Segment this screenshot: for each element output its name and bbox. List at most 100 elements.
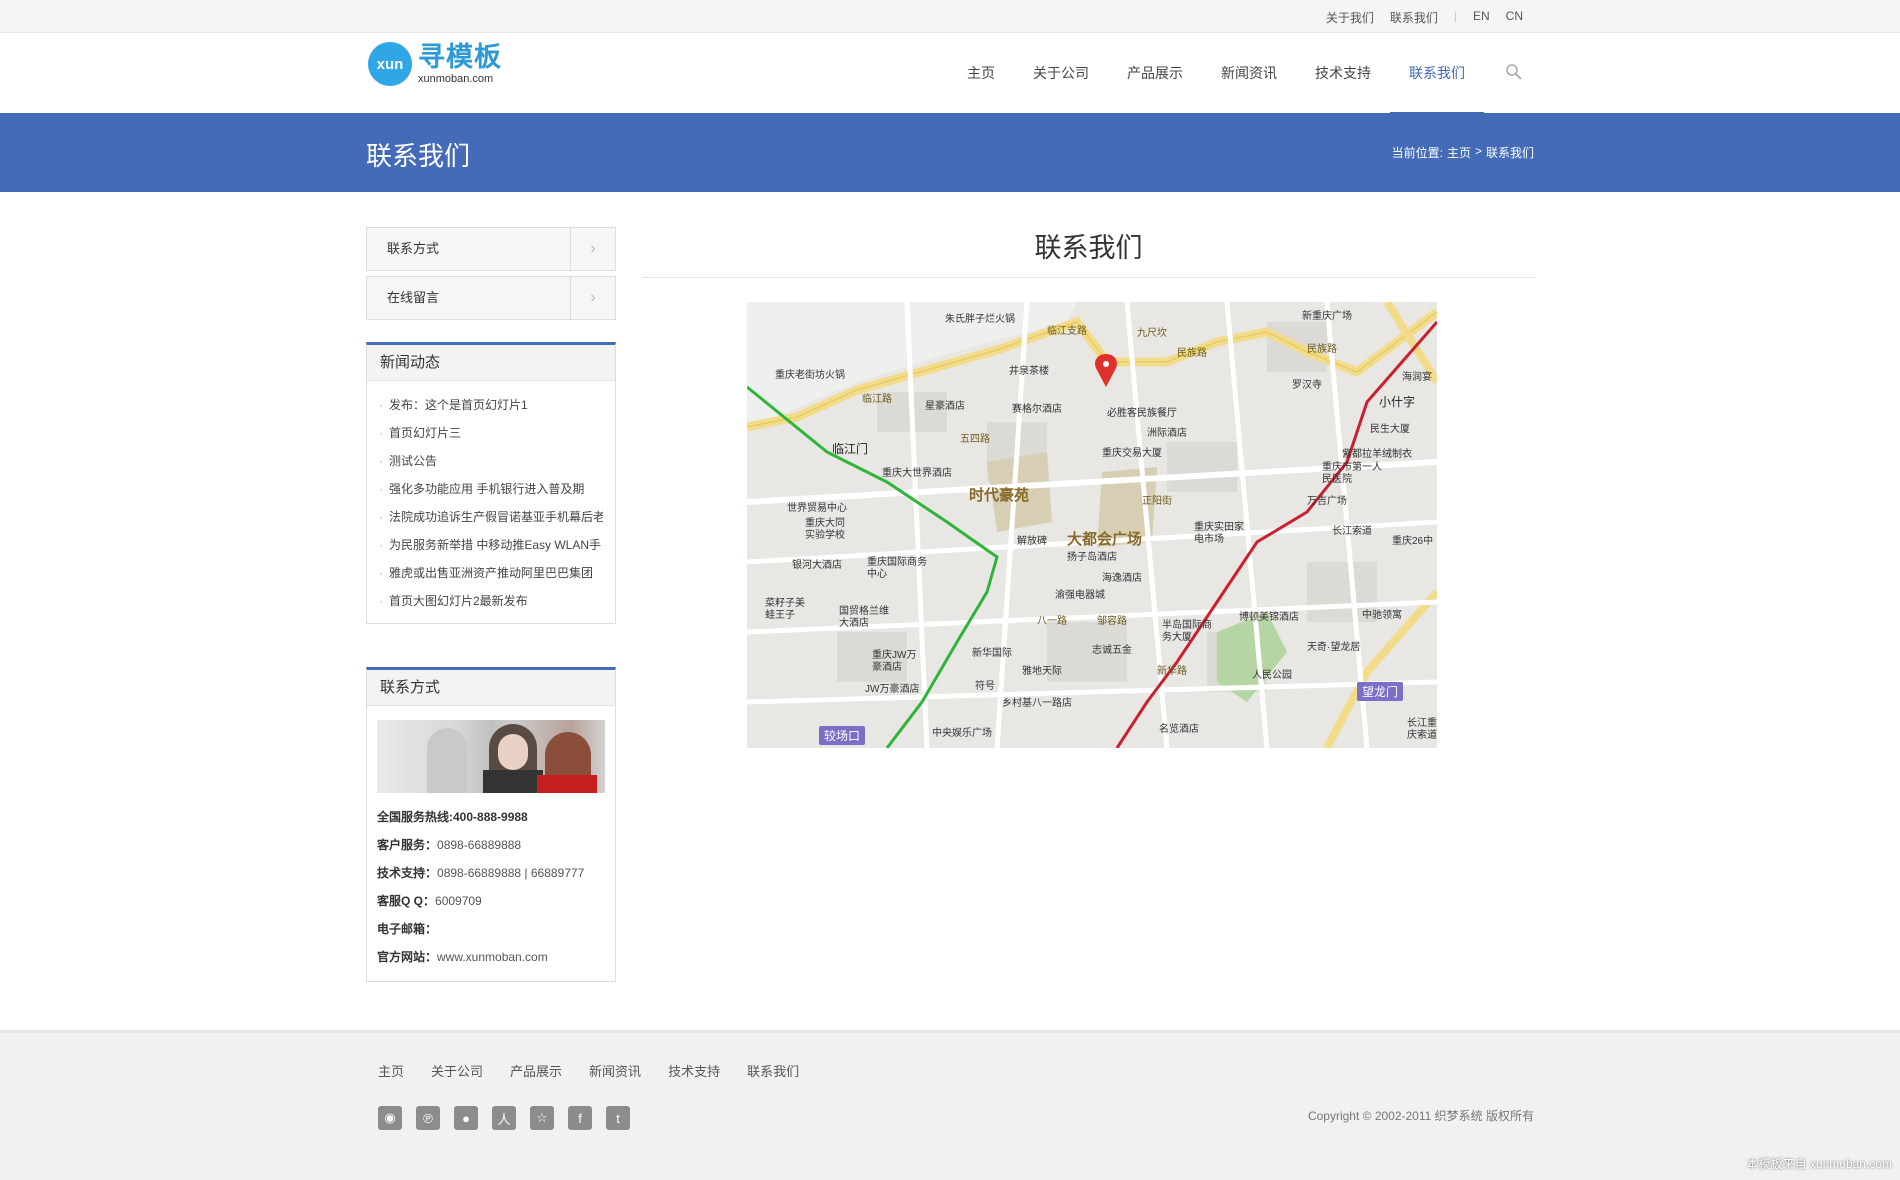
- map-label: 重庆26中: [1392, 536, 1434, 547]
- top-divider: |: [1453, 9, 1457, 23]
- copyright: Copyright © 2002-2011 织梦系统 版权所有: [1307, 1109, 1534, 1123]
- news-item[interactable]: 雅虎或出售亚洲资产推动阿里巴巴集团: [379, 559, 603, 587]
- footer-link-about[interactable]: 关于公司: [431, 1061, 483, 1080]
- content-title: 联系我们: [642, 227, 1535, 278]
- pinterest-icon[interactable]: ℗: [416, 1106, 440, 1130]
- site-link[interactable]: www.xunmoban.com: [437, 950, 548, 964]
- map-label: 菜籽子美蛙王子: [765, 598, 805, 621]
- map-label: 重庆交易大厦: [1102, 448, 1162, 459]
- contact-body: 全国服务热线:400-888-9988 客户服务：0898-66889888 技…: [367, 706, 615, 981]
- map-label: 九尺坎: [1137, 328, 1167, 339]
- contact-tech: 技术支持：0898-66889888 | 66889777: [377, 866, 585, 880]
- side-menu-label: 联系方式: [387, 241, 440, 256]
- map-label: 海逸酒店: [1102, 573, 1142, 584]
- location-map[interactable]: 朱氏胖子烂火锅 临江支路 九尺坎 新重庆广场 民族路 重庆老街坊火锅 井泉茶楼 …: [747, 302, 1437, 748]
- search-icon[interactable]: [1505, 63, 1523, 81]
- map-label: 乡村基八一路店: [1002, 698, 1072, 709]
- map-label: 临江路: [862, 394, 892, 405]
- map-station: 临江门: [832, 442, 869, 456]
- map-label: 渝强电器城: [1055, 590, 1105, 601]
- nav-item-about[interactable]: 关于公司: [1014, 33, 1108, 113]
- logo-badge: xun: [368, 42, 412, 86]
- map-label: 罗汉寺: [1292, 380, 1322, 391]
- sidebar: 联系方式 › 在线留言 › 新闻动态 发布：这个是首页幻灯片1 首页幻灯片三 测…: [366, 227, 616, 982]
- map-label: 井泉茶楼: [1009, 366, 1049, 377]
- side-menu-contact-info[interactable]: 联系方式 ›: [366, 227, 616, 271]
- news-item[interactable]: 首页大图幻灯片2最新发布: [379, 587, 603, 615]
- lang-cn-link[interactable]: CN: [1506, 9, 1523, 26]
- news-item[interactable]: 测试公告: [379, 447, 603, 475]
- star-icon[interactable]: ☆: [530, 1106, 554, 1130]
- footer-link-products[interactable]: 产品展示: [510, 1061, 562, 1080]
- map-label: 重庆老街坊火锅: [775, 370, 845, 381]
- map-label: 洲际酒店: [1147, 428, 1187, 439]
- nav-item-news[interactable]: 新闻资讯: [1202, 33, 1296, 113]
- map-road-label: 正阳街: [1142, 496, 1172, 507]
- facebook-icon[interactable]: f: [568, 1106, 592, 1130]
- page-banner: 联系我们 当前位置: 主页 > 联系我们: [0, 113, 1900, 192]
- nav-item-contact[interactable]: 联系我们: [1390, 33, 1484, 114]
- footer-link-news[interactable]: 新闻资讯: [589, 1061, 641, 1080]
- footer-link-home[interactable]: 主页: [378, 1061, 404, 1080]
- site-logo[interactable]: xun 寻模板 xunmoban.com: [368, 42, 502, 86]
- breadcrumb-current[interactable]: 联系我们: [1486, 144, 1534, 161]
- map-label: 五四路: [960, 434, 990, 445]
- map-label: 银河大酒店: [792, 560, 842, 571]
- map-label: 万吉广场: [1307, 496, 1347, 507]
- contact-service: 客户服务：0898-66889888: [377, 838, 522, 852]
- map-road-label: 八一路: [1037, 616, 1067, 627]
- map-landmark: 大都会广场: [1067, 531, 1143, 548]
- lang-en-link[interactable]: EN: [1473, 9, 1490, 26]
- map-station-box: 较场口: [819, 726, 866, 745]
- side-menu-label: 在线留言: [387, 290, 440, 305]
- map-station: 小什字: [1379, 395, 1416, 409]
- page-title: 联系我们: [366, 141, 471, 171]
- map-label: 长江重庆索道: [1407, 718, 1437, 741]
- map-label: 世界贸易中心: [787, 503, 847, 514]
- map-label: 天奇·望龙居: [1307, 642, 1361, 653]
- news-item[interactable]: 法院成功追诉生产假冒诺基亚手机幕后老: [379, 503, 603, 531]
- map-label: 扬子岛酒店: [1067, 552, 1117, 563]
- weibo-icon[interactable]: ◉: [378, 1106, 402, 1130]
- map-label: 重庆大世界酒店: [882, 468, 952, 479]
- logo-text: 寻模板 xunmoban.com: [418, 41, 502, 85]
- chat-icon[interactable]: ●: [454, 1106, 478, 1130]
- map-label: 符号: [975, 681, 995, 692]
- twitter-icon[interactable]: t: [606, 1106, 630, 1130]
- breadcrumb-home[interactable]: 主页: [1447, 144, 1471, 161]
- footer-link-support[interactable]: 技术支持: [668, 1061, 720, 1080]
- map-label: 重庆JW万豪酒店: [872, 650, 917, 673]
- contact-panel-title: 联系方式: [367, 670, 615, 706]
- news-item[interactable]: 为民服务新举措 中移动推Easy WLAN手: [379, 531, 603, 559]
- news-item[interactable]: 发布：这个是首页幻灯片1: [379, 391, 603, 419]
- map-label: 海润宴: [1402, 372, 1432, 383]
- nav-item-home[interactable]: 主页: [948, 33, 1014, 113]
- breadcrumb: 当前位置: 主页 > 联系我们: [1392, 144, 1534, 161]
- map-label: 重庆大同实验学校: [805, 518, 845, 541]
- top-link-about[interactable]: 关于我们: [1326, 9, 1374, 26]
- customer-service-image: [377, 720, 605, 793]
- news-item[interactable]: 首页幻灯片三: [379, 419, 603, 447]
- footer-link-contact[interactable]: 联系我们: [747, 1061, 799, 1080]
- header: xun 寻模板 xunmoban.com 主页 关于公司 产品展示 新闻资讯 技…: [0, 33, 1900, 114]
- renren-icon[interactable]: 人: [492, 1106, 516, 1130]
- map-label: 中央娱乐广场: [932, 728, 992, 739]
- map-label: 民族路: [1307, 344, 1337, 355]
- nav-item-support[interactable]: 技术支持: [1296, 33, 1390, 113]
- news-item[interactable]: 强化多功能应用 手机银行进入普及期: [379, 475, 603, 503]
- map-label: 新重庆广场: [1302, 311, 1352, 322]
- map-road-label: 邹容路: [1097, 616, 1127, 627]
- map-label: 赛格尔酒店: [1012, 404, 1062, 415]
- map-label: 半岛国际商务大厦: [1162, 620, 1212, 643]
- top-links: 关于我们 联系我们 | EN CN: [1326, 9, 1523, 26]
- nav-item-products[interactable]: 产品展示: [1108, 33, 1202, 113]
- map-label: 长江索道: [1332, 526, 1372, 537]
- map-label: 星豪酒店: [925, 401, 965, 412]
- logo-cn: 寻模板: [418, 41, 502, 72]
- map-label: 国贸格兰维大酒店: [839, 606, 889, 629]
- top-link-contact[interactable]: 联系我们: [1390, 9, 1438, 26]
- map-label: 重庆市第一人民医院: [1322, 462, 1382, 485]
- side-menu-message[interactable]: 在线留言 ›: [366, 276, 616, 320]
- map-label: 新华国际: [972, 648, 1012, 659]
- map-label: 志诚五金: [1092, 645, 1132, 656]
